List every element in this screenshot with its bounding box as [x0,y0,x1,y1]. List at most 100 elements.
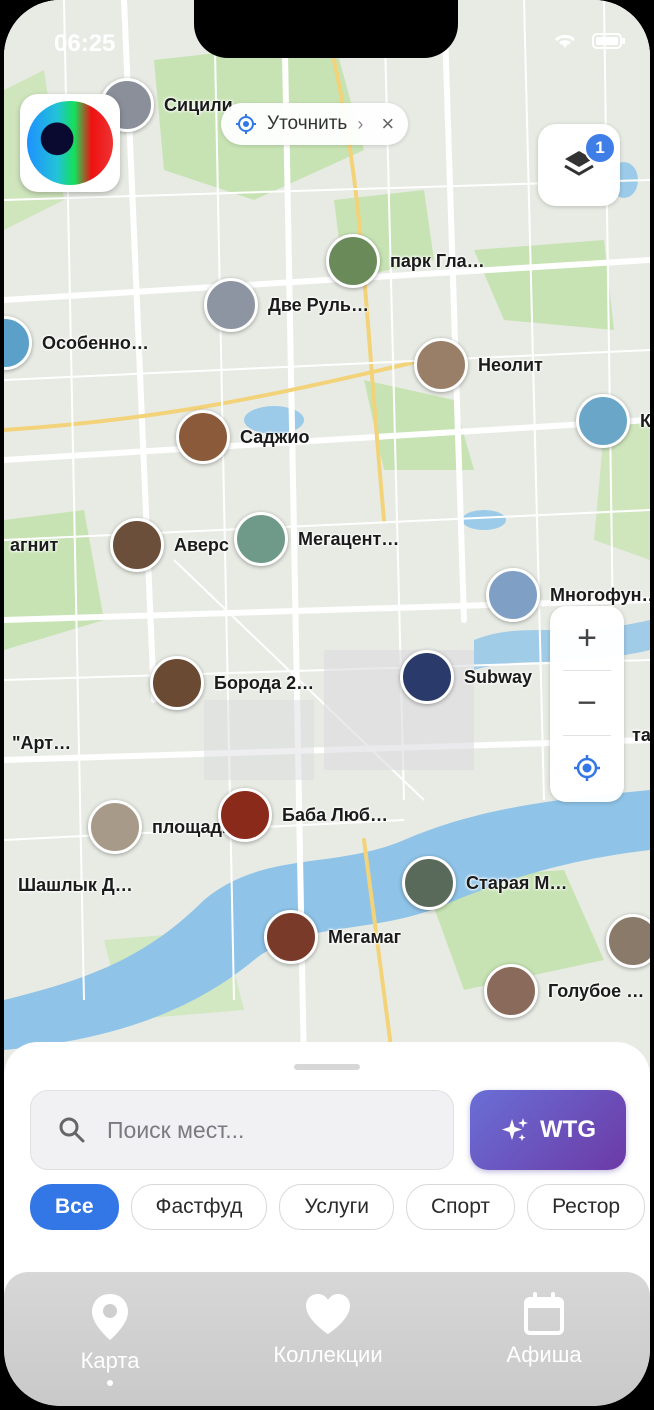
place-name: "Арт… [12,732,72,753]
heart-icon [306,1294,350,1334]
place-photo [486,568,540,622]
place-name: К [640,410,650,431]
calendar-icon [524,1292,564,1335]
place-pin[interactable]: Баба Люб… [218,788,388,842]
status-icons [552,32,626,50]
place-photo [400,650,454,704]
tab-label: Коллекции [273,1342,383,1367]
place-pin[interactable]: Борода 2… [150,656,314,710]
place-name: Многофун… [550,584,650,605]
chevron-right-icon: › [357,113,364,134]
tab-label: Карта [80,1348,140,1373]
sheet-grabber[interactable] [294,1064,360,1070]
place-photo [176,410,230,464]
place-pin[interactable]: К [576,394,650,448]
battery-icon [592,33,625,49]
wtg-button[interactable]: WTG [470,1090,626,1170]
tab-events[interactable]: Афиша [454,1292,634,1368]
category-chip-services[interactable]: Услуги [279,1184,394,1230]
category-chip-fastfood[interactable]: Фастфуд [130,1184,268,1230]
search-field[interactable] [30,1090,454,1170]
place-pin[interactable]: "Арт… [4,716,71,770]
place-name: Аверс [174,534,229,555]
place-pin[interactable]: Саджио [176,410,309,464]
zoom-out-button[interactable]: − [550,671,624,735]
category-chip-restaurants[interactable]: Рестор [527,1184,646,1230]
tab-bar: Карта Коллекции Афиша [4,1272,650,1406]
place-photo [576,394,630,448]
tab-collections[interactable]: Коллекции [238,1292,418,1368]
phone-screen: 06:25 Уточнить › × 1 Сицили парк Гла… Дв… [4,0,650,1406]
bottom-sheet: WTG Все Фастфуд Услуги Спорт Рестор [4,1042,650,1302]
zoom-controls: + − [550,606,624,802]
profile-avatar-button[interactable] [20,94,120,192]
place-name: Баба Люб… [282,804,388,825]
my-location-button[interactable] [550,736,624,800]
place-photo [4,858,8,912]
place-photo [484,964,538,1018]
wifi-icon [554,34,576,48]
place-name: Старая М… [466,872,568,893]
wtg-label: WTG [540,1116,596,1143]
place-pin[interactable] [606,914,650,968]
place-pin[interactable]: площадь [88,800,233,854]
place-photo [414,338,468,392]
place-pin[interactable]: Шашлык Д… [4,858,133,912]
place-pin[interactable]: Старая М… [402,856,567,910]
place-photo [402,856,456,910]
place-name: Мегамаг [328,926,402,947]
close-icon[interactable]: × [381,111,394,137]
map-pin-icon [92,1294,128,1340]
place-pin[interactable]: Subway [400,650,532,704]
place-photo [110,518,164,572]
map-layers-button[interactable]: 1 [538,124,620,206]
place-photo [234,512,288,566]
place-name: Сицили [164,94,233,115]
place-pin[interactable]: Две Руль… [204,278,369,332]
place-photo [606,914,650,968]
place-name: Две Руль… [268,294,369,315]
place-name: Голубое … [548,980,645,1001]
place-name: Мегацент… [298,528,400,549]
device-notch [194,0,458,58]
place-name: агнит [10,534,59,555]
place-name: Борода 2… [214,672,315,693]
refine-location-pill[interactable]: Уточнить › × [221,103,409,145]
location-target-icon [236,114,256,134]
place-pin[interactable]: Особенно… [4,316,149,370]
category-chips: Все Фастфуд Услуги Спорт Рестор [30,1184,646,1230]
place-name: тар [632,724,650,745]
place-photo [4,316,32,370]
avatar-image [27,101,113,185]
category-chip-sport[interactable]: Спорт [406,1184,516,1230]
place-name: Саджио [240,426,310,447]
place-name: Особенно… [42,332,149,353]
status-time: 06:25 [54,30,116,57]
tab-map[interactable]: Карта [20,1292,200,1386]
place-name: парк Гла… [390,250,485,271]
place-photo [88,800,142,854]
place-photo [150,656,204,710]
place-pin[interactable]: Голубое … [484,964,644,1018]
layers-badge: 1 [584,132,616,164]
place-pin[interactable]: Мегамаг [264,910,401,964]
place-name: Неолит [478,354,543,375]
sparkles-icon [502,1118,528,1141]
tab-label: Афиша [506,1342,582,1367]
place-photo [218,788,272,842]
place-name: Subway [464,666,533,687]
place-pin[interactable]: Неолит [414,338,543,392]
refine-label: Уточнить [267,113,348,134]
category-chip-all[interactable]: Все [30,1184,119,1230]
search-icon [59,1117,85,1143]
zoom-in-button[interactable]: + [550,606,624,670]
place-photo [204,278,258,332]
search-input[interactable] [105,1115,429,1145]
place-name: Шашлык Д… [18,874,133,895]
location-target-icon [574,755,600,781]
active-tab-indicator [107,1380,113,1386]
place-pin[interactable]: агнит [4,518,58,572]
place-pin[interactable]: Мегацент… [234,512,399,566]
place-pin[interactable]: Аверс [110,518,229,572]
place-photo [264,910,318,964]
